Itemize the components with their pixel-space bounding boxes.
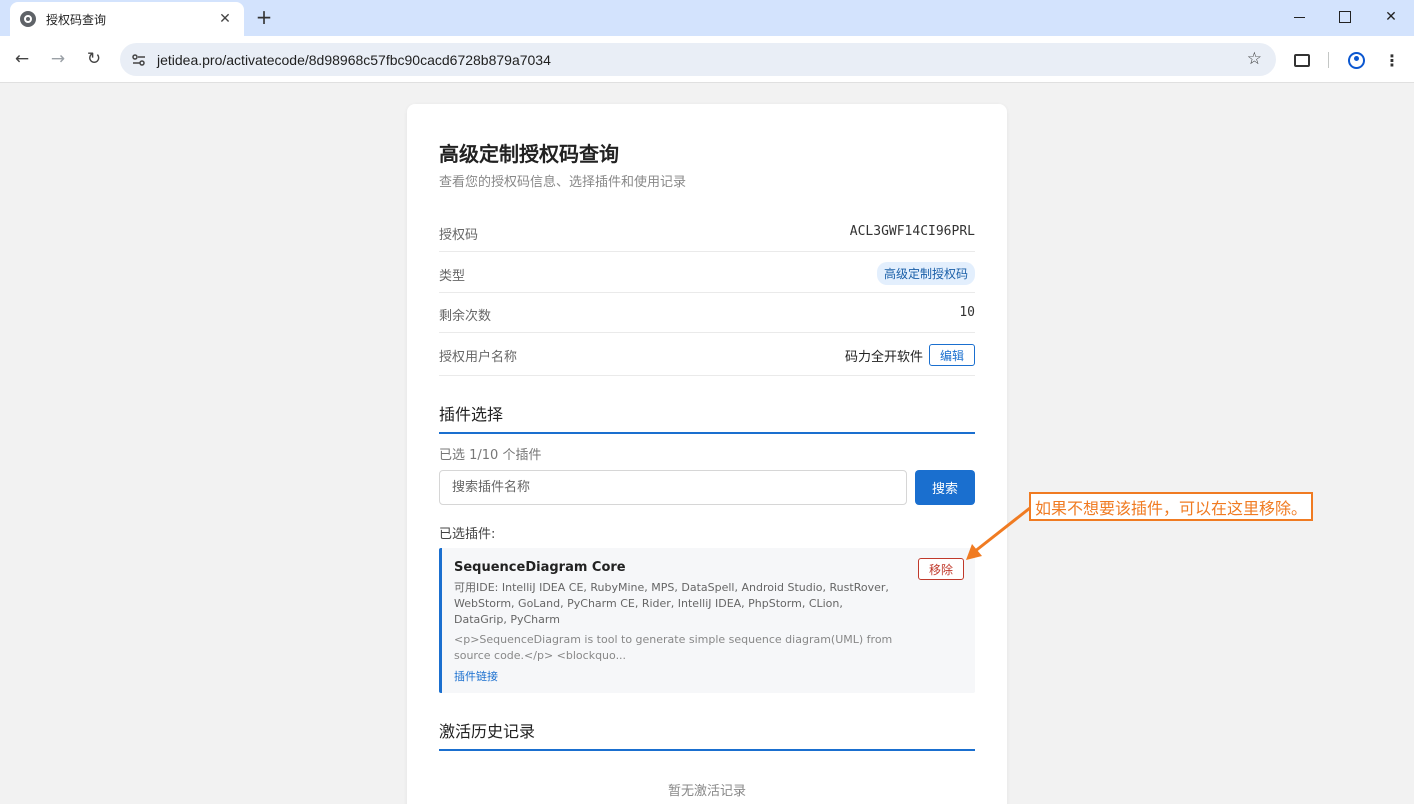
toolbar-divider [1328,52,1329,68]
remaining-value: 10 [959,305,975,320]
site-favicon-icon [20,11,36,27]
info-row-code: 授权码 ACL3GWF14CI96PRL [439,212,975,252]
info-row-type: 类型 高级定制授权码 [439,252,975,293]
reload-icon[interactable]: ↻ [83,48,105,70]
remove-plugin-button[interactable]: 移除 [918,558,964,580]
info-row-remaining: 剩余次数 10 [439,293,975,333]
tab-title: 授权码查询 [46,12,107,27]
back-arrow-icon[interactable]: ← [11,48,33,70]
selected-count: 已选 1/10 个插件 [439,448,542,463]
window-maximize-icon[interactable] [1322,0,1368,34]
annotation-arrow-icon [966,506,1031,560]
empty-history-text: 暂无激活记录 [667,784,746,799]
page-subtitle: 查看您的授权码信息、选择插件和使用记录 [439,175,687,190]
browser-toolbar: ← → ↻ jetidea.pro/activatecode/8d98968c5… [0,36,1414,83]
selected-plugin-card: SequenceDiagram Core 移除 可用IDE: IntelliJ … [439,548,975,693]
url-text[interactable]: jetidea.pro/activatecode/8d98968c57fbc90… [157,52,551,68]
profile-icon[interactable] [1346,50,1366,70]
plugin-search-input[interactable] [439,470,907,505]
new-tab-icon[interactable]: + [254,6,274,28]
plugin-description: <p>SequenceDiagram is tool to generate s… [454,633,893,662]
plugin-ide-list: 可用IDE: IntelliJ IDEA CE, RubyMine, MPS, … [454,581,889,626]
window-minimize-icon[interactable] [1276,0,1322,34]
annotation-callout: 如果不想要该插件，可以在这里移除。 [1029,492,1314,521]
window-close-icon[interactable]: ✕ [1368,0,1414,34]
plugins-section-title: 插件选择 [439,401,975,434]
plugin-link[interactable]: 插件链接 [454,668,498,684]
user-label: 授权用户名称 [439,350,518,365]
auth-code-card: 高级定制授权码查询 查看您的授权码信息、选择插件和使用记录 授权码 ACL3GW… [407,104,1007,804]
forward-arrow-icon[interactable]: → [47,48,69,70]
address-bar[interactable]: jetidea.pro/activatecode/8d98968c57fbc90… [120,43,1276,76]
cast-search-icon[interactable] [1292,50,1312,70]
code-label: 授权码 [439,228,479,243]
tab-close-icon[interactable]: ✕ [216,11,234,27]
history-section-title: 激活历史记录 [439,718,975,751]
browser-tab-bar: 授权码查询 ✕ + ✕ [0,0,1414,36]
plugin-name: SequenceDiagram Core [454,560,626,575]
site-settings-icon[interactable] [130,51,148,69]
type-label: 类型 [439,269,466,284]
browser-tab[interactable]: 授权码查询 ✕ [10,2,244,36]
info-row-user: 授权用户名称 码力全开软件 编辑 [439,333,975,376]
selected-plugins-label: 已选插件: [439,527,496,542]
bookmark-star-icon[interactable]: ☆ [1247,49,1262,69]
edit-user-button[interactable]: 编辑 [929,344,975,366]
page-title: 高级定制授权码查询 [439,142,619,166]
remaining-label: 剩余次数 [439,309,492,324]
code-value: ACL3GWF14CI96PRL [849,224,975,239]
kebab-menu-icon[interactable]: ⋮ [1382,50,1402,70]
user-name-value: 码力全开软件 [844,350,923,365]
type-badge: 高级定制授权码 [876,262,975,285]
